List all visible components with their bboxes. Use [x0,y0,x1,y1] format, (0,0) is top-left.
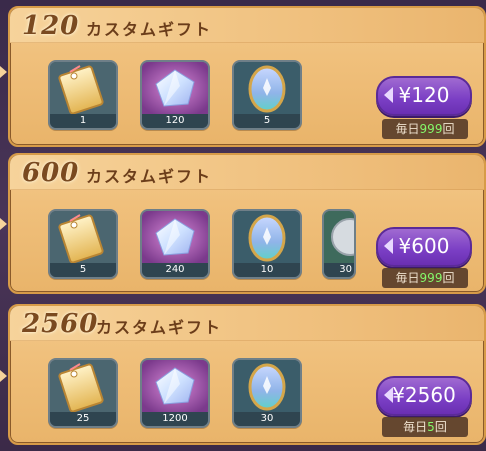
reward-count: 120 [142,114,208,128]
reward-count: 240 [142,263,208,277]
reward-count: 30 [234,412,300,426]
chevron-left-icon [384,387,393,403]
reward-count: 10 [234,263,300,277]
limit-count: 999 [419,271,443,285]
reward-egg[interactable]: 5 [232,60,302,130]
limit-suffix: 回 [442,271,455,285]
limit-prefix: 毎日 [403,420,428,434]
ticket-icon [50,360,116,412]
pack-amount: 2560 [22,309,99,339]
egg-icon [234,360,300,412]
gift-pack-header: 600 カスタムギフト [10,155,484,190]
limit-count: 999 [419,122,443,136]
egg-icon [234,62,300,114]
reward-count: 5 [50,263,116,277]
pack-title: カスタムギフト [86,167,213,186]
gift-pack-header: 2560 カスタムギフト [10,306,484,341]
pack-title: カスタムギフト [86,20,213,39]
crystal-icon [142,62,208,114]
gift-pack-card-2560: 2560 カスタムギフト 25 1200 30 ¥2560 毎日5回 [8,304,486,445]
limit-prefix: 毎日 [395,271,420,285]
gift-pack-header: 120 カスタムギフト [10,8,484,43]
pack-amount: 120 [22,11,80,41]
buy-price: ¥120 [398,83,450,107]
silver-medal-icon [324,211,354,263]
crystal-icon [142,211,208,263]
purchase-limit: 毎日999回 [382,119,468,139]
pack-amount: 600 [22,158,80,188]
pack-title: カスタムギフト [96,318,223,337]
buy-price: ¥600 [398,234,450,258]
buy-button[interactable]: ¥600 [376,227,472,267]
buy-button[interactable]: ¥120 [376,76,472,116]
reward-egg[interactable]: 30 [232,358,302,428]
limit-prefix: 毎日 [395,122,420,136]
reward-count: 1200 [142,412,208,426]
purchase-limit: 毎日999回 [382,268,468,288]
buy-button[interactable]: ¥2560 [376,376,472,416]
limit-suffix: 回 [434,420,447,434]
reward-count: 5 [234,114,300,128]
ticket-icon [50,211,116,263]
reward-egg[interactable]: 10 [232,209,302,279]
egg-icon [234,211,300,263]
gift-pack-card-600: 600 カスタムギフト 5 240 10 30 ¥600 毎日999回 [8,153,486,294]
limit-count: 5 [427,420,435,434]
reward-ticket[interactable]: 25 [48,358,118,428]
reward-count: 25 [50,412,116,426]
reward-crystal[interactable]: 120 [140,60,210,130]
chevron-right-icon [0,66,7,78]
gift-pack-card-120: 120 カスタムギフト 1 120 5 ¥120 毎日999回 [8,6,486,147]
ticket-icon [50,62,116,114]
reward-crystal[interactable]: 240 [140,209,210,279]
reward-ticket[interactable]: 5 [48,209,118,279]
reward-count: 1 [50,114,116,128]
crystal-icon [142,360,208,412]
reward-count: 30 [324,263,354,277]
chevron-left-icon [384,87,393,103]
limit-suffix: 回 [442,122,455,136]
chevron-right-icon [0,370,7,382]
buy-price: ¥2560 [392,383,456,407]
purchase-limit: 毎日5回 [382,417,468,437]
chevron-left-icon [384,238,393,254]
reward-ticket[interactable]: 1 [48,60,118,130]
chevron-right-icon [0,218,7,230]
reward-silver-medal[interactable]: 30 [322,209,356,279]
reward-crystal[interactable]: 1200 [140,358,210,428]
